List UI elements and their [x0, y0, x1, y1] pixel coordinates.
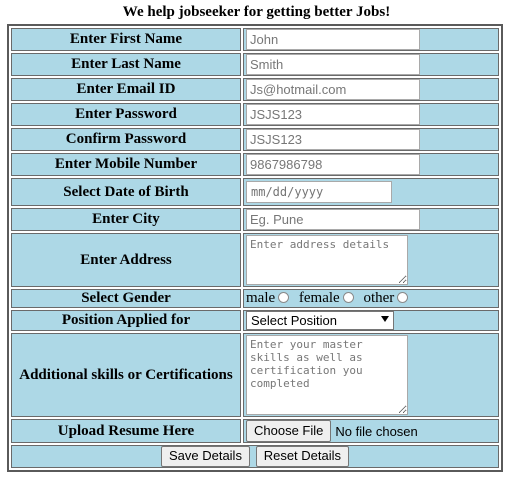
password-label: Enter Password: [11, 103, 241, 126]
gender-other-radio[interactable]: [397, 292, 409, 303]
resume-label: Upload Resume Here: [11, 419, 241, 443]
form-row-position: Position Applied for Select Position: [11, 310, 499, 331]
form-row-mobile: Enter Mobile Number: [11, 153, 499, 176]
dob-input[interactable]: [246, 181, 392, 203]
chevron-down-icon: [381, 316, 389, 322]
form-row-email: Enter Email ID: [11, 78, 499, 101]
last-name-input[interactable]: [246, 54, 420, 75]
skills-label: Additional skills or Certifications: [11, 333, 241, 417]
mobile-label: Enter Mobile Number: [11, 153, 241, 176]
last-name-label: Enter Last Name: [11, 53, 241, 76]
form-row-address: Enter Address: [11, 233, 499, 287]
position-select[interactable]: Select Position: [246, 311, 394, 330]
gender-option-other-label: other: [363, 290, 395, 306]
form-row-dob: Select Date of Birth: [11, 178, 499, 206]
city-label: Enter City: [11, 208, 241, 231]
file-status: No file chosen: [335, 423, 418, 439]
form-row-gender: Select Gender male female other: [11, 289, 499, 308]
gender-female-radio[interactable]: [342, 292, 354, 303]
first-name-label: Enter First Name: [11, 28, 241, 51]
form-row-first-name: Enter First Name: [11, 28, 499, 51]
gender-male-radio[interactable]: [278, 292, 290, 303]
dob-label: Select Date of Birth: [11, 178, 241, 206]
form-row-last-name: Enter Last Name: [11, 53, 499, 76]
first-name-input[interactable]: [246, 29, 420, 50]
skills-textarea[interactable]: [246, 335, 408, 415]
position-label: Position Applied for: [11, 310, 241, 331]
save-details-button[interactable]: Save Details: [160, 446, 250, 467]
confirm-password-input[interactable]: [246, 129, 420, 150]
choose-file-button[interactable]: Choose File: [246, 420, 332, 442]
email-input[interactable]: [246, 79, 420, 100]
gender-label: Select Gender: [11, 289, 241, 308]
mobile-input[interactable]: [246, 154, 420, 175]
gender-option-female-label: female: [298, 290, 340, 306]
registration-form: Enter First Name Enter Last Name Enter E…: [7, 24, 503, 472]
gender-option-male-label: male: [246, 290, 276, 306]
reset-details-button[interactable]: Reset Details: [255, 446, 350, 467]
city-input[interactable]: [246, 209, 420, 230]
address-textarea[interactable]: [246, 235, 408, 285]
form-row-password: Enter Password: [11, 103, 499, 126]
form-row-actions: Save Details Reset Details: [11, 445, 499, 468]
form-row-confirm-password: Confirm Password: [11, 128, 499, 151]
address-label: Enter Address: [11, 233, 241, 287]
form-row-resume: Upload Resume Here Choose File No file ch…: [11, 419, 499, 443]
form-row-skills: Additional skills or Certifications: [11, 333, 499, 417]
password-input[interactable]: [246, 104, 420, 125]
page-title: We help jobseeker for getting better Job…: [122, 4, 391, 20]
email-label: Enter Email ID: [11, 78, 241, 101]
confirm-password-label: Confirm Password: [11, 128, 241, 151]
position-select-value: Select Position: [251, 313, 337, 328]
form-row-city: Enter City: [11, 208, 499, 231]
